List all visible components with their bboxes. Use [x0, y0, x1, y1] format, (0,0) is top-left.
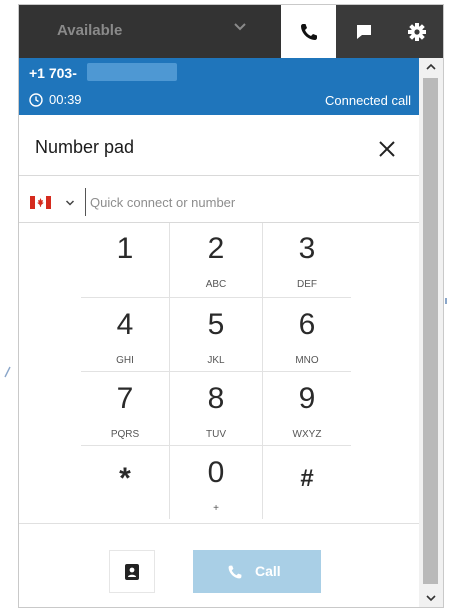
key-0[interactable]: 0 +	[172, 447, 260, 519]
stray-arrow-mark	[4, 366, 11, 378]
key-9[interactable]: 9 WXYZ	[263, 373, 351, 445]
call-duration: 00:39	[49, 92, 82, 107]
address-book-icon	[125, 564, 139, 580]
key-letters: GHI	[116, 355, 134, 366]
scroll-up-icon[interactable]	[419, 58, 443, 76]
scroll-down-icon[interactable]	[419, 589, 443, 607]
key-4[interactable]: 4 GHI	[81, 299, 169, 371]
phone-icon	[228, 565, 242, 579]
tab-settings[interactable]	[391, 5, 443, 58]
keypad-divider	[81, 445, 351, 446]
key-8[interactable]: 8 TUV	[172, 373, 260, 445]
chat-icon	[356, 24, 371, 39]
agent-status-label: Available	[57, 22, 123, 39]
key-hash[interactable]: #	[263, 447, 351, 519]
divider	[19, 523, 419, 524]
gear-icon	[408, 22, 426, 41]
country-chevron-down-icon[interactable]	[65, 198, 75, 208]
key-letters: DEF	[297, 279, 317, 290]
keypad-divider	[81, 371, 351, 372]
agent-status-dropdown[interactable]: Available	[19, 5, 281, 58]
top-bar: Available	[19, 5, 443, 58]
clock-icon	[29, 93, 43, 107]
key-star[interactable]: *	[81, 447, 169, 519]
scrollbar-thumb[interactable]	[423, 78, 438, 584]
divider	[19, 175, 419, 176]
phone-number-input[interactable]	[85, 188, 395, 216]
chevron-down-icon	[234, 23, 246, 31]
key-digit: 0	[207, 456, 225, 489]
key-letters: PQRS	[110, 429, 140, 440]
number-pad-title: Number pad	[35, 137, 135, 157]
key-digit: 1	[116, 232, 134, 265]
key-digit: *	[119, 462, 131, 495]
key-1[interactable]: 1	[81, 223, 169, 295]
key-digit: 4	[116, 308, 134, 341]
stray-mark	[445, 298, 447, 304]
key-2[interactable]: 2 ABC	[172, 223, 260, 295]
scrollbar[interactable]	[419, 58, 443, 607]
key-digit: 8	[207, 382, 225, 415]
close-icon[interactable]	[375, 137, 399, 161]
key-digit: 6	[298, 308, 316, 341]
key-letters: +	[213, 503, 219, 514]
ccp-panel: Available +1 703- 00:39 Connected call N…	[18, 4, 444, 608]
canada-flag-icon[interactable]	[30, 196, 51, 209]
key-6[interactable]: 6 MNO	[263, 299, 351, 371]
key-digit: 5	[207, 308, 225, 341]
redacted-number	[87, 63, 177, 81]
call-state: Connected call	[325, 93, 411, 108]
call-button-label: Call	[255, 563, 281, 579]
quick-connects-button[interactable]	[109, 550, 155, 593]
tab-chat[interactable]	[336, 5, 391, 58]
key-digit: #	[300, 465, 314, 492]
key-digit: 2	[207, 232, 225, 265]
key-3[interactable]: 3 DEF	[263, 223, 351, 295]
key-letters: WXYZ	[292, 429, 322, 440]
key-letters: TUV	[206, 429, 226, 440]
tab-phone[interactable]	[281, 5, 336, 58]
key-letters: ABC	[205, 279, 227, 290]
active-call-banner: +1 703- 00:39 Connected call	[19, 58, 419, 115]
key-digit: 9	[298, 382, 316, 415]
key-digit: 3	[298, 232, 316, 265]
key-letters: MNO	[295, 355, 319, 366]
key-5[interactable]: 5 JKL	[172, 299, 260, 371]
phone-icon	[300, 23, 317, 40]
call-button[interactable]: Call	[193, 550, 321, 593]
key-7[interactable]: 7 PQRS	[81, 373, 169, 445]
dial-keypad: 1 2 ABC 3 DEF 4 GHI 5 JKL 6 MNO 7 PQRS 8	[81, 223, 351, 519]
key-digit: 7	[116, 382, 134, 415]
keypad-divider	[81, 297, 351, 298]
key-letters: JKL	[207, 355, 225, 366]
caller-number: +1 703-	[29, 65, 77, 81]
